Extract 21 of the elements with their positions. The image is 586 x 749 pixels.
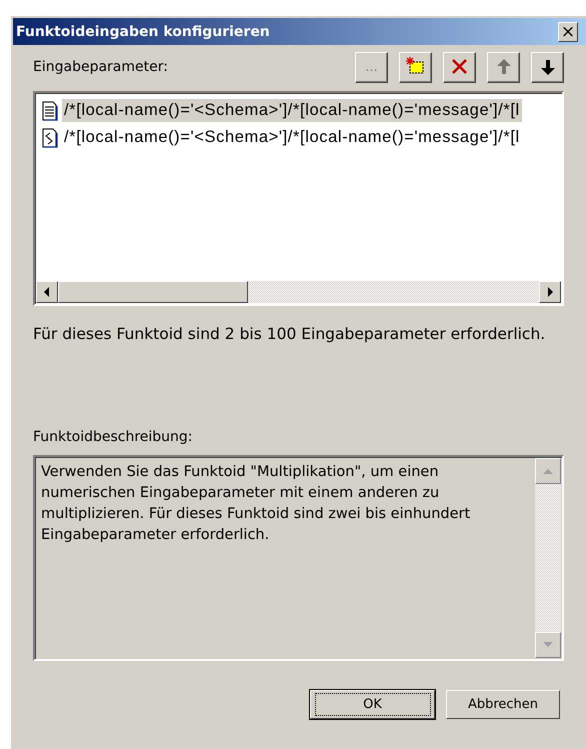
description-label: Funktoidbeschreibung: <box>33 429 194 445</box>
parameter-path: /*[local-name()='<Schema>']/*[local-name()='message']/*[l <box>63 127 521 148</box>
add-button[interactable] <box>399 52 432 82</box>
scrollbar-thumb[interactable] <box>58 281 248 303</box>
parameters-label: Eingabeparameter: <box>33 59 168 75</box>
close-button[interactable]: × <box>558 22 578 42</box>
ok-button[interactable]: OK <box>310 690 435 719</box>
requirement-text: Für dieses Funktoid sind 2 bis 100 Eingabeparameter erforderlich. <box>33 325 546 345</box>
cancel-button[interactable]: Abbrechen <box>446 690 560 719</box>
down-button[interactable] <box>531 52 564 82</box>
description-text: Verwenden Sie das Funktoid "Multiplikation", um einen numerischen Eingabeparameter mit einem anderen zu multiplizieren. Für dieses Funktoid sind zwei bis einhundert Eingabeparameter erforderlich. <box>40 463 472 545</box>
document-icon <box>41 100 58 120</box>
scroll-right-icon[interactable] <box>546 287 554 297</box>
parameter-path: /*[local-name()='<Schema>']/*[local-name()='message']/*[l <box>62 99 522 122</box>
window-title: Funktoideingaben konfigurieren <box>16 24 270 40</box>
horizontal-scrollbar[interactable] <box>36 281 561 303</box>
parameter-row[interactable]: /*[local-name()='<Schema>']/*[local-name()='message']/*[l <box>41 124 562 151</box>
delete-button[interactable] <box>443 52 476 82</box>
scroll-left-icon[interactable] <box>43 287 51 297</box>
parameter-row[interactable]: /*[local-name()='<Schema>']/*[local-name()='message']/*[l <box>41 97 562 124</box>
script-file-icon <box>41 128 58 148</box>
